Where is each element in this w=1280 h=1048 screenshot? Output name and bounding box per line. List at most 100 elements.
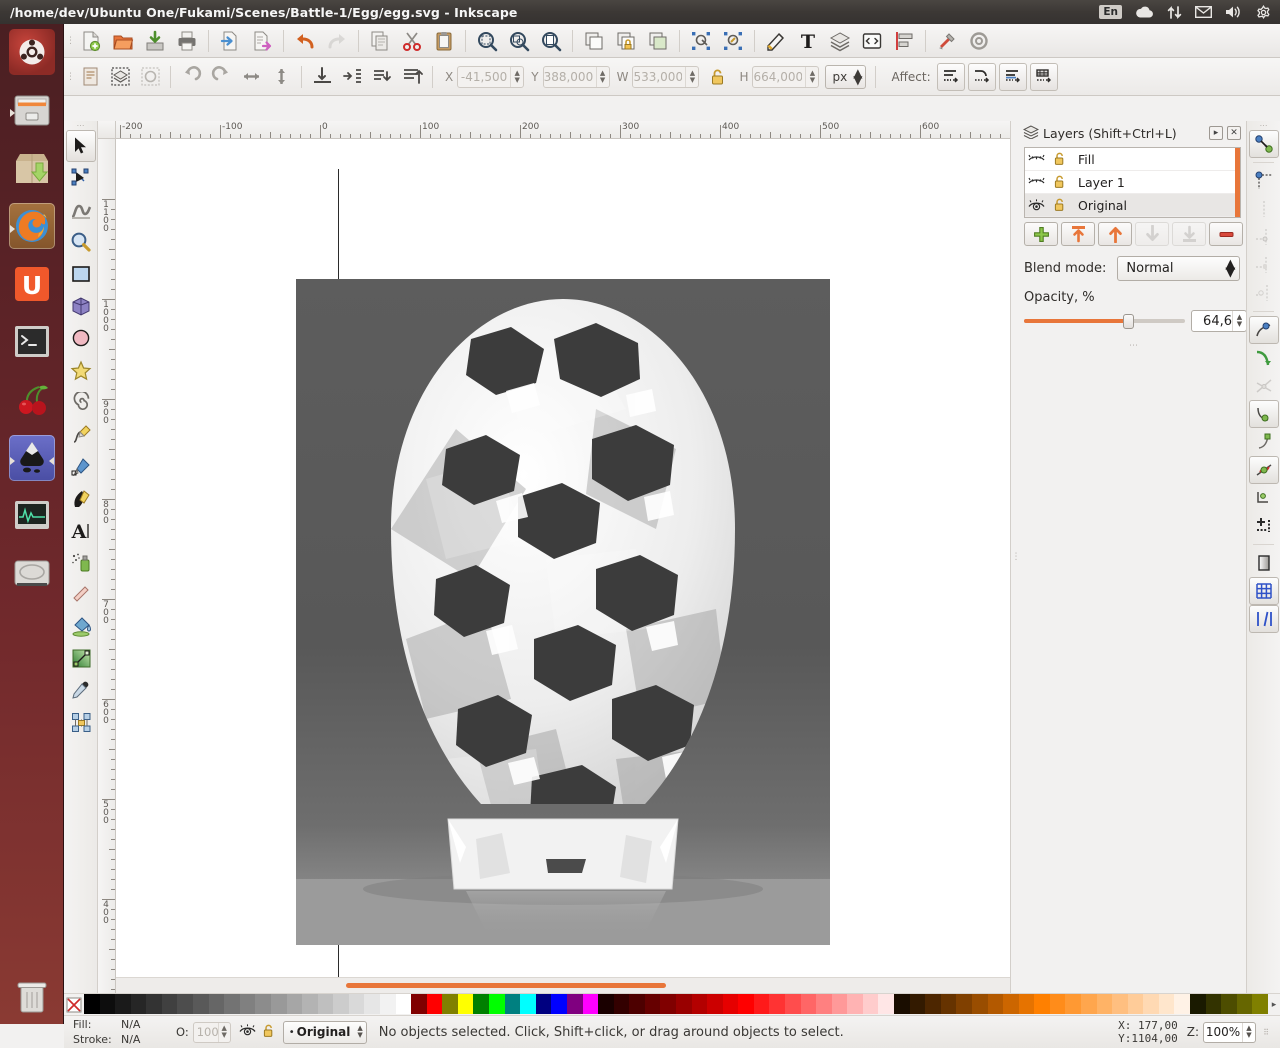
snap-enable-button[interactable]	[1249, 130, 1279, 158]
layers-dialog-button[interactable]	[825, 26, 855, 56]
tool-eraser[interactable]	[66, 578, 96, 610]
y-stepper[interactable]: ▲▼	[596, 67, 609, 87]
zoom-stepper[interactable]: ▲▼	[1242, 1023, 1255, 1042]
palette-swatch[interactable]	[1206, 994, 1222, 1014]
raise-layer-to-top-button[interactable]	[1061, 222, 1095, 246]
palette-swatch[interactable]	[115, 994, 131, 1014]
duplicate-button[interactable]	[579, 26, 609, 56]
palette-swatch[interactable]	[567, 994, 583, 1014]
palette-swatch[interactable]	[84, 994, 100, 1014]
snap-object-centers-button[interactable]	[1249, 484, 1279, 512]
document-properties-button[interactable]	[964, 26, 994, 56]
sync-transfer-icon[interactable]	[1167, 0, 1182, 24]
raise-to-top-button[interactable]	[398, 63, 426, 91]
palette-swatch[interactable]	[847, 994, 863, 1014]
opacity-slider[interactable]	[1024, 313, 1185, 329]
toolbox-grip[interactable]: ⋯	[64, 121, 97, 130]
dock-resize-handle[interactable]: ⋯	[1021, 341, 1247, 351]
select-all-layers-button[interactable]	[106, 63, 134, 91]
palette-swatch[interactable]	[629, 994, 645, 1014]
palette-swatch[interactable]	[614, 994, 630, 1014]
raise-button[interactable]	[368, 63, 396, 91]
software-center-icon[interactable]	[9, 145, 55, 191]
palette-swatch[interactable]	[894, 994, 910, 1014]
palette-swatch[interactable]	[349, 994, 365, 1014]
clone-button[interactable]	[611, 26, 641, 56]
snap-path-intersections-button[interactable]	[1249, 372, 1279, 400]
layer-row[interactable]: Fill	[1025, 148, 1240, 171]
paste-button[interactable]	[429, 26, 459, 56]
ubuntu-dash-icon[interactable]	[9, 29, 55, 75]
snap-bbox-edges-button[interactable]	[1249, 195, 1279, 223]
palette-swatch[interactable]	[193, 994, 209, 1014]
opacity-input[interactable]	[1192, 311, 1232, 331]
snap-grids-button[interactable]	[1249, 577, 1279, 605]
palette-swatch[interactable]	[1190, 994, 1206, 1014]
toolbar-grip[interactable]	[66, 60, 75, 94]
palette-swatch[interactable]	[1097, 994, 1113, 1014]
palette-swatch[interactable]	[1019, 994, 1035, 1014]
snap-rotation-centers-button[interactable]	[1249, 512, 1279, 540]
unlocked-icon[interactable]	[1048, 175, 1071, 189]
tool-paint-bucket[interactable]	[66, 610, 96, 642]
tool-gradient[interactable]	[66, 642, 96, 674]
lower-to-bottom-button[interactable]	[308, 63, 336, 91]
palette-swatch[interactable]	[832, 994, 848, 1014]
status-opacity-stepper[interactable]: ▲▼	[218, 1023, 230, 1042]
window-resize-grip[interactable]: ⠿	[1260, 1028, 1272, 1037]
group-button[interactable]	[686, 26, 716, 56]
tool-rectangle[interactable]	[66, 258, 96, 290]
tool-node-editor[interactable]	[66, 162, 96, 194]
zoom-field[interactable]: ▲▼	[1203, 1022, 1256, 1043]
h-input[interactable]	[753, 67, 805, 87]
undo-button[interactable]	[290, 26, 320, 56]
drawing-canvas[interactable]	[116, 139, 1037, 977]
unlocked-icon[interactable]	[262, 1024, 275, 1041]
palette-swatch[interactable]	[302, 994, 318, 1014]
zoom-selection-button[interactable]	[472, 26, 502, 56]
fill-stroke-indicator[interactable]: Fill:N/A Stroke:N/A	[64, 1017, 172, 1047]
snap-bbox-edge-midpoints-button[interactable]	[1249, 251, 1279, 279]
messaging-envelope-icon[interactable]	[1195, 0, 1212, 24]
eye-closed-icon[interactable]	[1025, 176, 1048, 188]
horizontal-scrollbar[interactable]	[116, 977, 1037, 993]
palette-swatch[interactable]	[224, 994, 240, 1014]
snap-smooth-nodes-button[interactable]	[1249, 428, 1279, 456]
dock-grip[interactable]: ⋮	[1011, 121, 1021, 993]
no-color-swatch[interactable]	[64, 994, 84, 1015]
current-layer-stepper[interactable]: ▲▼	[357, 1025, 362, 1039]
ungroup-button[interactable]	[718, 26, 748, 56]
palette-swatch[interactable]	[925, 994, 941, 1014]
palette-swatch[interactable]	[333, 994, 349, 1014]
keyboard-indicator[interactable]: En	[1099, 0, 1122, 24]
tool-pencil[interactable]	[66, 418, 96, 450]
rotate-cw-button[interactable]	[207, 63, 235, 91]
palette-swatch[interactable]	[520, 994, 536, 1014]
palette-swatch[interactable]	[1237, 994, 1253, 1014]
palette-swatch[interactable]	[411, 994, 427, 1014]
firefox-icon[interactable]	[9, 203, 55, 249]
tool-ellipse[interactable]	[66, 322, 96, 354]
palette-swatch[interactable]	[473, 994, 489, 1014]
palette-swatch[interactable]	[1050, 994, 1066, 1014]
delete-layer-button[interactable]	[1209, 222, 1243, 246]
tool-connector[interactable]	[66, 706, 96, 738]
tool-spiral[interactable]	[66, 386, 96, 418]
snap-page-border-button[interactable]	[1249, 549, 1279, 577]
disk-usage-icon[interactable]	[9, 551, 55, 597]
palette-swatch[interactable]	[287, 994, 303, 1014]
palette-swatch[interactable]	[910, 994, 926, 1014]
snap-nodes-paths-button[interactable]	[1249, 316, 1279, 344]
copy-button[interactable]	[365, 26, 395, 56]
snapbar-grip[interactable]: ⋯	[1247, 121, 1280, 130]
h-stepper[interactable]: ▲▼	[805, 67, 818, 87]
unit-stepper[interactable]: ▲▼	[853, 70, 862, 84]
unlocked-icon[interactable]	[1048, 198, 1071, 212]
affect-gradients-button[interactable]	[999, 63, 1027, 91]
y-field[interactable]: ▲▼	[543, 66, 610, 88]
palette-swatch[interactable]	[364, 994, 380, 1014]
palette-scroll-arrow[interactable]: ▸	[1268, 994, 1280, 1015]
eye-closed-icon[interactable]	[1025, 153, 1048, 165]
w-input[interactable]	[633, 67, 685, 87]
palette-swatch[interactable]	[100, 994, 116, 1014]
